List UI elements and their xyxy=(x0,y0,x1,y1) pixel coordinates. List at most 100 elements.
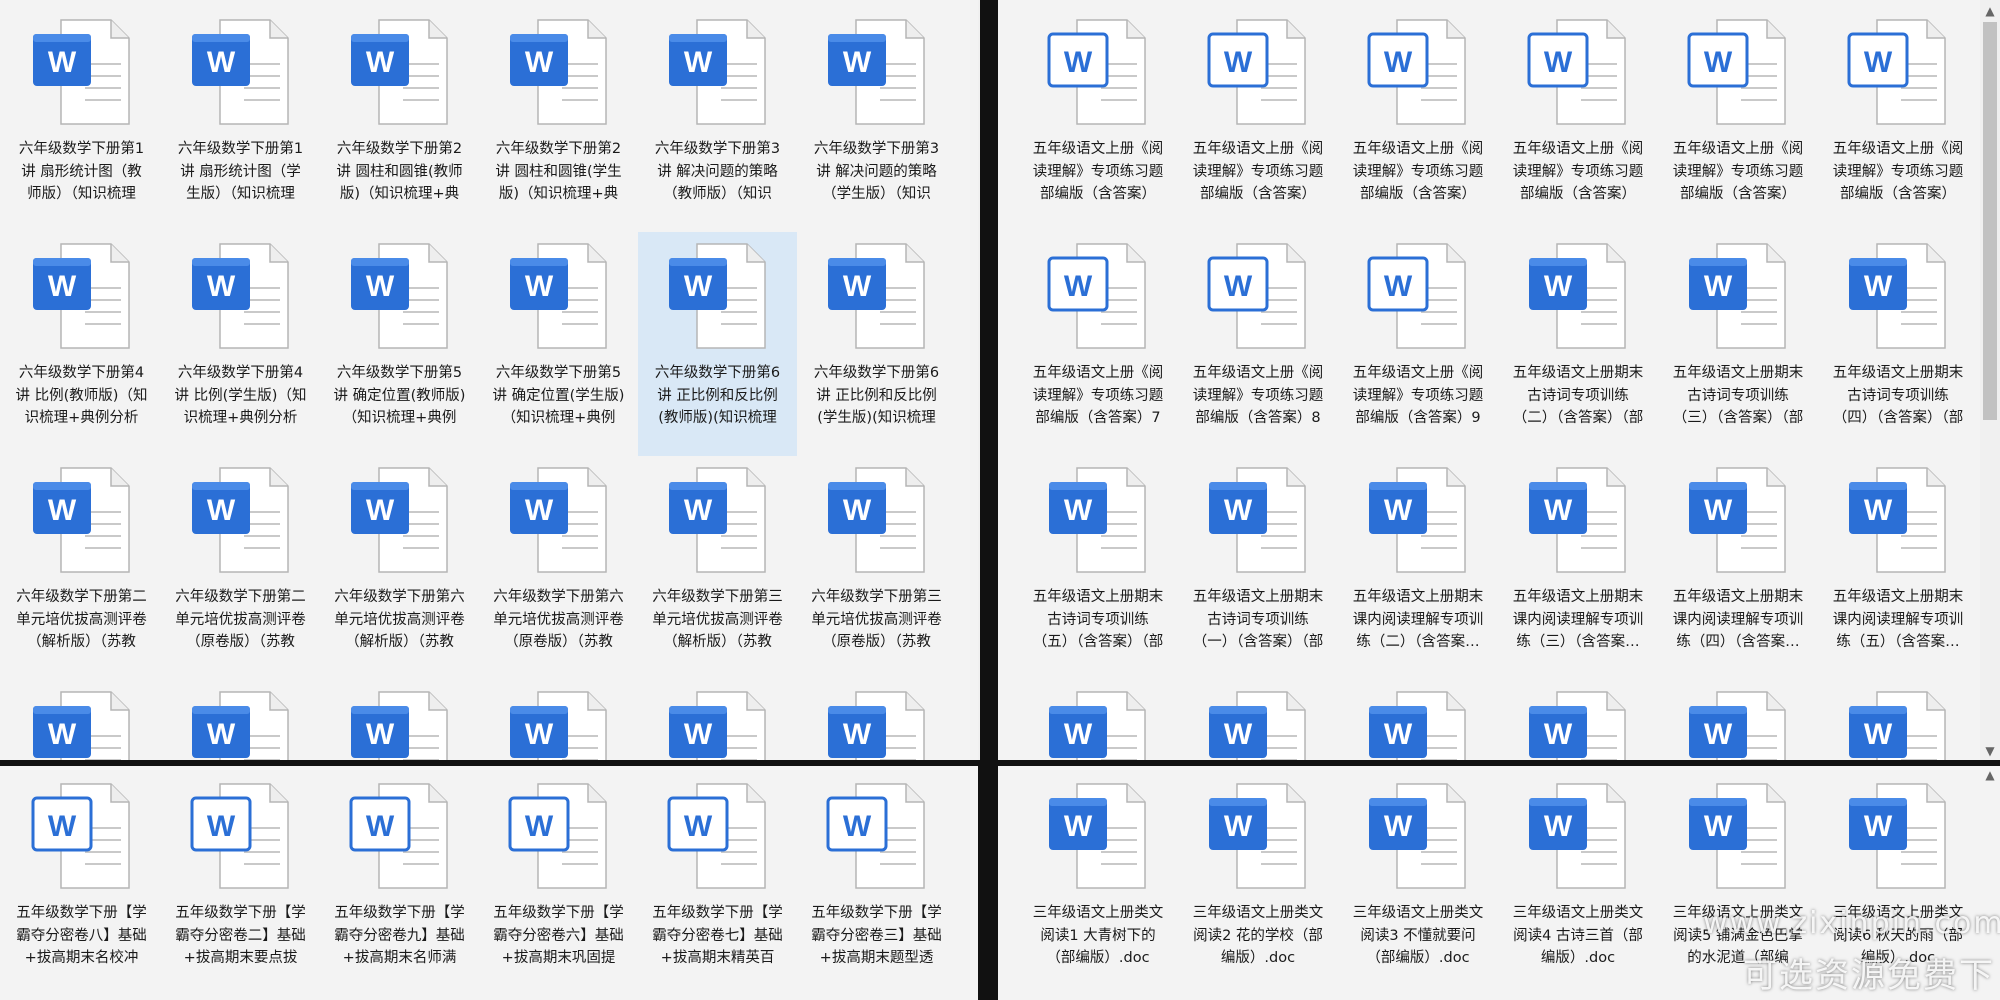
file-item[interactable]: W 三年级语文上册类文阅读2 花的学校（部编版）.doc xyxy=(1178,772,1338,1000)
scroll-up-arrow-icon[interactable]: ▲ xyxy=(1981,766,1999,784)
file-item[interactable]: W 五年级语文上册期末课内阅读理解专项训练（五）（含答案… xyxy=(1818,456,1978,680)
file-item[interactable]: W 五年级语文上册期末课内阅读理解专项训练（三）（含答案… xyxy=(1498,456,1658,680)
file-item[interactable]: W 六年级数学下册第六单元培优拔高测评卷（解析版）（苏教版… xyxy=(320,456,479,680)
word-document-icon: W xyxy=(1359,686,1477,760)
file-item[interactable]: W 六年级数学下册第二单元培优拔高测评卷（解析版）（苏教版… xyxy=(2,456,161,680)
scroll-down-arrow-icon[interactable]: ▼ xyxy=(1981,742,1999,760)
file-item[interactable]: W 六年级数学下册第4讲 比例(学生版)（知识梳理+典例分析+举… xyxy=(161,232,320,456)
file-item[interactable]: W 六年级数学下册第1讲 扇形统计图（学生版）（知识梳理+典例… xyxy=(161,8,320,232)
file-item[interactable]: W 六年级数学下册第2讲 圆柱和圆锥(教师版)（知识梳理+典例分… xyxy=(320,8,479,232)
file-name-label: 五年级语文上册期末古诗词专项训练（三）（含答案）（部编… xyxy=(1672,365,1804,426)
file-item[interactable]: W 五年级语文上册期末课内阅读理解专项训练（二）（含答案… xyxy=(1338,456,1498,680)
word-document-icon: W xyxy=(1039,462,1157,580)
word-letter: W xyxy=(524,46,553,79)
file-item[interactable]: W 六年级数学下册第1讲 扇形统计图（教师版）（知识梳理+典例… xyxy=(2,8,161,232)
file-item[interactable]: W 五年级语文上册《阅读理解》专项练习题 部编版（含答案）8（… xyxy=(1178,232,1338,456)
file-item[interactable]: W xyxy=(2,680,161,760)
file-item[interactable]: W 五年级数学下册【学霸夺分密卷九】基础+拔高期末名师满分… xyxy=(320,772,479,1000)
file-item[interactable]: W 六年级数学下册第三单元培优拔高测评卷（原卷版）（苏教版… xyxy=(797,456,956,680)
scroll-up-arrow-icon[interactable]: ▲ xyxy=(1981,2,1999,20)
word-letter: W xyxy=(524,270,553,303)
word-document-icon: W xyxy=(1839,778,1957,896)
vertical-scrollbar[interactable]: ▲ ▼ xyxy=(978,0,980,760)
file-item[interactable]: W 六年级数学下册第2讲 圆柱和圆锥(学生版)（知识梳理+典例分… xyxy=(479,8,638,232)
word-document-icon: W xyxy=(1039,778,1157,896)
word-letter: W xyxy=(842,810,871,843)
word-document-icon: W xyxy=(659,778,777,896)
word-document-icon: W xyxy=(1199,14,1317,132)
file-item[interactable]: W 三年级语文上册类文阅读1 大青树下的（部编版）.doc xyxy=(1018,772,1178,1000)
word-document-icon: W xyxy=(1519,778,1637,896)
word-letter: W xyxy=(206,46,235,79)
vertical-scrollbar[interactable]: ▲ xyxy=(1980,766,2000,786)
scroll-up-arrow-icon[interactable]: ▲ xyxy=(979,2,980,20)
file-item[interactable]: W xyxy=(161,680,320,760)
word-letter: W xyxy=(1544,810,1573,843)
word-letter: W xyxy=(365,718,394,751)
file-item[interactable]: W xyxy=(1498,680,1658,760)
word-letter: W xyxy=(1384,270,1413,303)
word-letter: W xyxy=(1064,810,1093,843)
file-item[interactable]: W xyxy=(1178,680,1338,760)
file-item[interactable]: W 六年级数学下册第4讲 比例(教师版)（知识梳理+典例分析+举… xyxy=(2,232,161,456)
file-item[interactable]: W 五年级语文上册《阅读理解》专项练习题 部编版（含答案）7（… xyxy=(1018,232,1178,456)
word-document-icon: W xyxy=(23,778,141,896)
file-item[interactable]: W 五年级语文上册期末古诗词专项训练（三）（含答案）（部编… xyxy=(1658,232,1818,456)
file-item[interactable]: W xyxy=(1658,680,1818,760)
file-name-label: 六年级数学下册第六单元培优拔高测评卷（解析版）（苏教版… xyxy=(334,589,465,650)
file-item[interactable]: W 五年级数学下册【学霸夺分密卷三】基础+拔高期末题型透析… xyxy=(797,772,956,1000)
file-item[interactable]: W 五年级语文上册《阅读理解》专项练习题 部编版（含答案）(5)… xyxy=(1658,8,1818,232)
file-item[interactable]: W xyxy=(320,680,479,760)
word-document-icon: W xyxy=(1519,238,1637,356)
file-item[interactable]: W 六年级数学下册第6讲 正比例和反比例(学生版)(知识梳理+典… xyxy=(797,232,956,456)
word-letter: W xyxy=(47,810,76,843)
file-item[interactable]: W 五年级语文上册《阅读理解》专项练习题 部编版（含答案）（… xyxy=(1018,8,1178,232)
file-item[interactable]: W 五年级语文上册期末古诗词专项训练（五）（含答案）（部编… xyxy=(1018,456,1178,680)
file-item[interactable]: W 五年级语文上册《阅读理解》专项练习题 部编版（含答案）(4)… xyxy=(1498,8,1658,232)
word-letter: W xyxy=(683,46,712,79)
file-item[interactable]: W 三年级语文上册类文阅读4 古诗三首（部编版）.doc xyxy=(1498,772,1658,1000)
file-item[interactable]: W 三年级语文上册类文阅读3 不懂就要问（部编版）.doc xyxy=(1338,772,1498,1000)
file-item[interactable]: W 五年级语文上册期末古诗词专项训练（二）（含答案）（部编… xyxy=(1498,232,1658,456)
word-document-icon: W xyxy=(1199,238,1317,356)
file-item[interactable]: W 五年级语文上册期末课内阅读理解专项训练（四）（含答案… xyxy=(1658,456,1818,680)
vertical-scrollbar[interactable]: ▲ ▼ xyxy=(1980,0,2000,760)
word-document-icon: W xyxy=(1839,14,1957,132)
word-letter: W xyxy=(842,270,871,303)
word-letter: W xyxy=(524,494,553,527)
file-item[interactable]: W 六年级数学下册第3讲 解决问题的策略（教师版）（知识梳… xyxy=(638,8,797,232)
file-item[interactable]: W 五年级数学下册【学霸夺分密卷六】基础+拔高期末巩固提分… xyxy=(479,772,638,1000)
word-letter: W xyxy=(206,270,235,303)
file-item[interactable]: W xyxy=(1338,680,1498,760)
file-item[interactable]: W xyxy=(638,680,797,760)
word-document-icon: W xyxy=(1839,686,1957,760)
file-item[interactable]: W 五年级语文上册期末古诗词专项训练（一）（含答案）（部编… xyxy=(1178,456,1338,680)
file-name-label: 五年级语文上册《阅读理解》专项练习题 部编版（含答案）(4)… xyxy=(1512,141,1644,202)
file-item[interactable]: W 六年级数学下册第3讲 解决问题的策略（学生版）（知识梳… xyxy=(797,8,956,232)
file-item[interactable]: W 五年级数学下册【学霸夺分密卷八】基础+拔高期末名校冲刺… xyxy=(2,772,161,1000)
scroll-down-arrow-icon[interactable]: ▼ xyxy=(979,742,980,760)
file-item[interactable]: W 五年级语文上册《阅读理解》专项练习题 部编版（含答案）(3)… xyxy=(1338,8,1498,232)
file-item[interactable]: W 五年级语文上册《阅读理解》专项练习题 部编版（含答案）9（… xyxy=(1338,232,1498,456)
file-item[interactable]: W xyxy=(797,680,956,760)
scrollbar-thumb[interactable] xyxy=(1983,22,1997,420)
file-item[interactable]: W 六年级数学下册第二单元培优拔高测评卷（原卷版）（苏教版… xyxy=(161,456,320,680)
file-item[interactable]: W 六年级数学下册第三单元培优拔高测评卷（解析版）（苏教版… xyxy=(638,456,797,680)
file-item[interactable]: W xyxy=(479,680,638,760)
file-item[interactable]: W 五年级语文上册《阅读理解》专项练习题 部编版（含答案）(6)… xyxy=(1818,8,1978,232)
file-item[interactable]: W 六年级数学下册第六单元培优拔高测评卷（原卷版）（苏教版… xyxy=(479,456,638,680)
file-item[interactable]: W 五年级数学下册【学霸夺分密卷二】基础+拔高期末要点拔高… xyxy=(161,772,320,1000)
file-item[interactable]: W 五年级语文上册期末古诗词专项训练（四）（含答案）（部编… xyxy=(1818,232,1978,456)
file-item[interactable]: W xyxy=(1018,680,1178,760)
word-document-icon: W xyxy=(1519,686,1637,760)
file-item[interactable]: W 六年级数学下册第5讲 确定位置(教师版)（知识梳理+典例分… xyxy=(320,232,479,456)
word-letter: W xyxy=(1224,494,1253,527)
file-item[interactable]: W 六年级数学下册第5讲 确定位置(学生版)（知识梳理+典例分… xyxy=(479,232,638,456)
file-item[interactable]: W 五年级数学下册【学霸夺分密卷七】基础+拔高期末精英百分… xyxy=(638,772,797,1000)
word-letter: W xyxy=(206,810,235,843)
file-item[interactable]: W 五年级语文上册《阅读理解》专项练习题 部编版（含答案）(2)… xyxy=(1178,8,1338,232)
word-document-icon: W xyxy=(500,778,618,896)
word-letter: W xyxy=(683,810,712,843)
file-item[interactable]: W xyxy=(1818,680,1978,760)
file-item[interactable]: W 六年级数学下册第6讲 正比例和反比例(教师版)(知识梳理+典… xyxy=(638,232,797,456)
